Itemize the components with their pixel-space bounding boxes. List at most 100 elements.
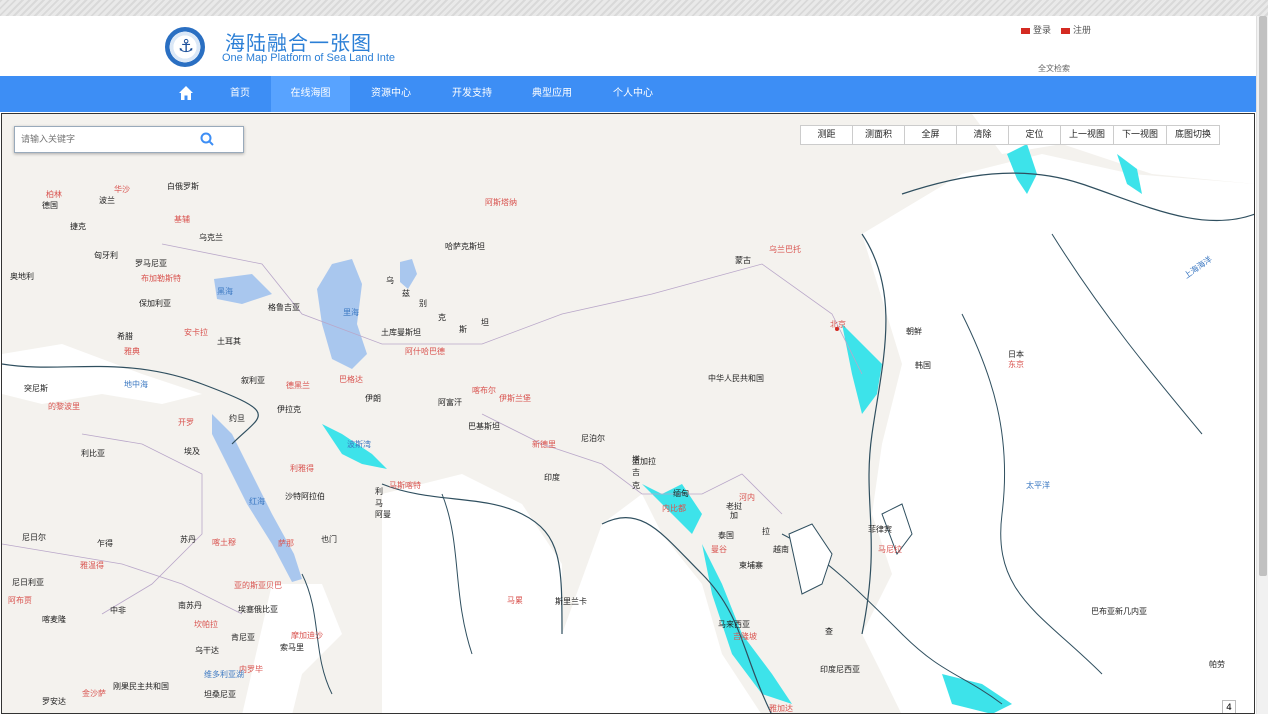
map-label: 帕劳 xyxy=(1209,660,1225,669)
map-label: 太平洋 xyxy=(1026,481,1050,490)
map-label: 内比都 xyxy=(662,504,686,513)
nav-resource-center[interactable]: 资源中心 xyxy=(361,76,421,112)
nav-dev-support[interactable]: 开发支持 xyxy=(442,76,502,112)
nav-personal-center[interactable]: 个人中心 xyxy=(603,76,663,112)
map-label: 叙利亚 xyxy=(241,376,265,385)
scrollbar-thumb[interactable] xyxy=(1259,16,1267,576)
map-label: 罗安达 xyxy=(42,697,66,706)
map-label: 喀麦隆 xyxy=(42,615,66,624)
map-viewport[interactable]: 华沙 白俄罗斯 德国 波兰 捷克 基辅 乌克兰 匈牙利 罗马尼亚 布加勒斯特 保… xyxy=(1,113,1255,714)
map-label: 阿布贾 xyxy=(8,596,32,605)
site-header: ⚓ 海陆融合一张图 One Map Platform of Sea Land I… xyxy=(0,16,1256,76)
map-label: 哈萨克斯坦 xyxy=(445,242,485,251)
map-label: 克 xyxy=(438,313,446,322)
map-label: 黑海 xyxy=(217,287,233,296)
locate-button[interactable]: 定位 xyxy=(1008,125,1061,145)
nav-online-chart[interactable]: 在线海图 xyxy=(271,76,350,112)
home-icon[interactable] xyxy=(178,85,194,101)
map-label: 坦 xyxy=(481,318,489,327)
map-label: 泰国 xyxy=(718,531,734,540)
map-label: 约旦 xyxy=(229,414,245,423)
map-label: 东京 xyxy=(1008,360,1024,369)
map-label: 吉隆坡 xyxy=(733,632,757,641)
measure-distance-button[interactable]: 测距 xyxy=(800,125,853,145)
map-label: 马累 xyxy=(507,596,523,605)
site-subtitle: One Map Platform of Sea Land Inte xyxy=(222,52,396,64)
map-label: 雅加达 xyxy=(769,704,793,713)
map-label: 布加勒斯特 xyxy=(141,274,181,283)
map-label: 德国 xyxy=(42,201,58,210)
next-view-button[interactable]: 下一视图 xyxy=(1113,125,1168,145)
map-label: 摩加迪沙 xyxy=(291,631,323,640)
map-label: 查 xyxy=(825,627,833,636)
map-label: 阿什哈巴德 xyxy=(405,347,445,356)
map-label: 奥地利 xyxy=(10,272,34,281)
map-label: 华沙 xyxy=(114,185,130,194)
map-label: 乌 xyxy=(386,276,394,285)
map-label: 河内 xyxy=(739,493,755,502)
fullscreen-button[interactable]: 全屏 xyxy=(904,125,957,145)
map-label: 匈牙利 xyxy=(94,251,118,260)
map-label: 罗马尼亚 xyxy=(135,259,167,268)
map-label: 乌克兰 xyxy=(199,233,223,242)
map-search-box xyxy=(14,126,244,153)
map-label: 波斯湾 xyxy=(347,440,371,449)
map-page-number[interactable]: 4 xyxy=(1222,700,1236,713)
map-label: 地中海 xyxy=(124,380,148,389)
login-link[interactable]: 登录 xyxy=(1020,23,1051,36)
capital-marker[interactable] xyxy=(835,327,839,331)
measure-area-button[interactable]: 测面积 xyxy=(852,125,905,145)
map-label: 利雅得 xyxy=(290,464,314,473)
map-label: 保加利亚 xyxy=(139,299,171,308)
map-label: 利比亚 xyxy=(81,449,105,458)
login-label: 登录 xyxy=(1032,26,1051,36)
map-label: 新德里 xyxy=(532,440,556,449)
map-label: 金沙萨 xyxy=(82,689,106,698)
map-label: 希腊 xyxy=(117,332,133,341)
map-label: 缅甸 xyxy=(673,489,689,498)
map-label: 阿曼 xyxy=(375,510,391,519)
map-label: 开罗 xyxy=(178,418,194,427)
map-label: 别 xyxy=(419,299,427,308)
map-label: 马 xyxy=(375,499,383,508)
map-label: 乌干达 xyxy=(195,646,219,655)
main-nav: 首页 在线海图 资源中心 开发支持 典型应用 个人中心 xyxy=(0,76,1256,112)
map-label: 伊斯兰堡 xyxy=(499,394,531,403)
map-label: 尼日尔 xyxy=(22,533,46,542)
map-label: 克 xyxy=(632,481,640,490)
search-input[interactable] xyxy=(21,132,201,148)
map-label: 里海 xyxy=(343,308,359,317)
map-label: 塔 xyxy=(632,455,640,464)
map-label: 阿富汗 xyxy=(438,398,462,407)
map-label: 亚的斯亚贝巴 xyxy=(234,581,282,590)
register-link[interactable]: 注册 xyxy=(1060,23,1091,36)
basemap-switch-button[interactable]: 底图切换 xyxy=(1166,125,1221,145)
map-label: 尼日利亚 xyxy=(12,578,44,587)
flag-icon xyxy=(1020,27,1030,34)
map-label: 巴基斯坦 xyxy=(468,422,500,431)
map-label: 韩国 xyxy=(915,361,931,370)
map-label: 维多利亚湖 xyxy=(204,670,244,679)
logo-emblem-icon: ⚓ xyxy=(165,27,205,67)
map-label: 萨那 xyxy=(278,539,294,548)
map-toolbar: 测距 测面积 全屏 清除 定位 上一视图 下一视图 底图切换 xyxy=(800,125,1221,145)
map-label: 红海 xyxy=(249,497,265,506)
search-icon[interactable] xyxy=(200,132,214,146)
map-label: 白俄罗斯 xyxy=(167,182,199,191)
map-label: 雅温得 xyxy=(80,561,104,570)
clear-button[interactable]: 清除 xyxy=(956,125,1009,145)
nav-home[interactable]: 首页 xyxy=(220,76,260,112)
map-label: 斯里兰卡 xyxy=(555,597,587,606)
map-label: 沙特阿拉伯 xyxy=(285,492,325,501)
previous-view-button[interactable]: 上一视图 xyxy=(1060,125,1115,145)
map-label: 兹 xyxy=(402,289,410,298)
map-label: 巴格达 xyxy=(339,375,363,384)
map-label: 土库曼斯坦 xyxy=(381,328,421,337)
map-label: 索马里 xyxy=(280,643,304,652)
map-label: 刚果民主共和国 xyxy=(113,682,169,691)
map-label: 蒙古 xyxy=(735,256,751,265)
nav-typical-apps[interactable]: 典型应用 xyxy=(522,76,582,112)
fulltext-search-link[interactable]: 全文检索 xyxy=(1038,63,1070,74)
page-scrollbar[interactable] xyxy=(1256,16,1268,714)
map-label: 中华人民共和国 xyxy=(708,374,764,383)
